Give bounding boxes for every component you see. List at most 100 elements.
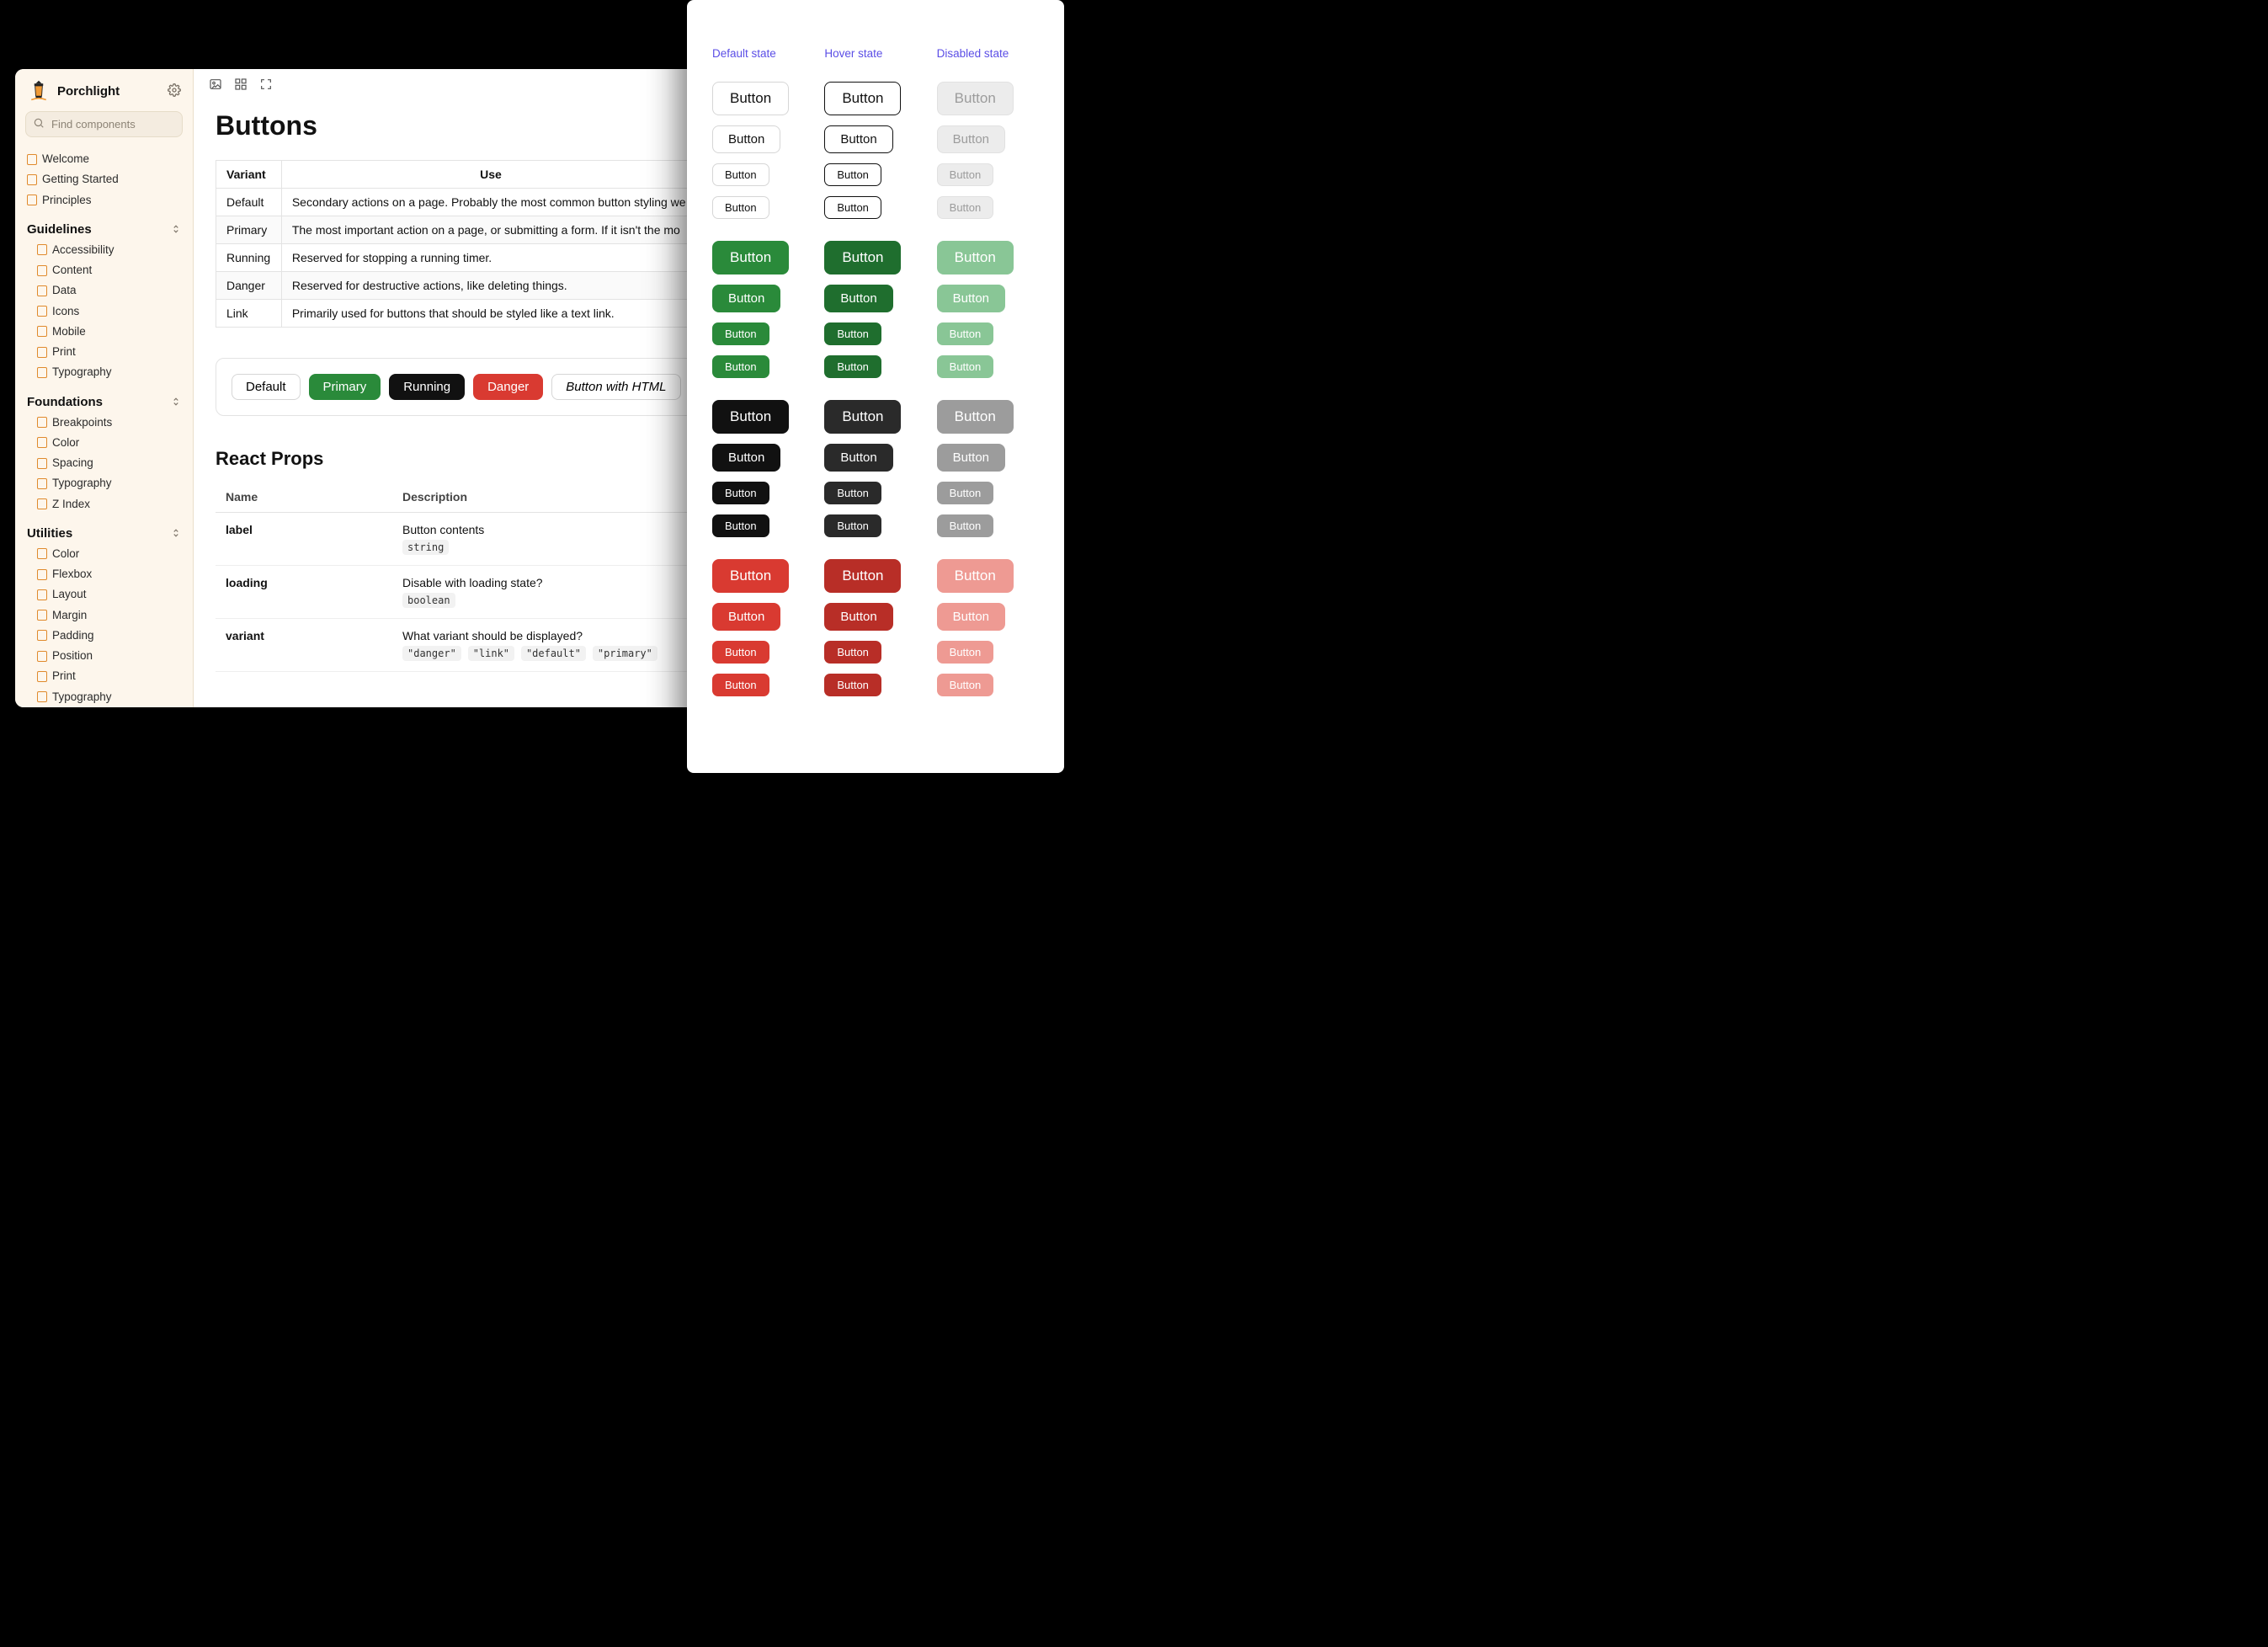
state-button-primary[interactable]: Button (712, 241, 789, 274)
props-table: Name Description label Button contents s… (216, 482, 700, 672)
state-button-default[interactable]: Button (712, 196, 769, 219)
state-cell: Button (819, 77, 931, 120)
state-button-default[interactable]: Button (712, 163, 769, 186)
state-button-running: Button (937, 482, 994, 504)
sidebar-item[interactable]: Mobile (15, 322, 193, 342)
state-button-default[interactable]: Button (712, 82, 789, 115)
state-header: Default state (707, 25, 819, 77)
state-button-primary[interactable]: Button (824, 285, 892, 312)
search-box[interactable]: / (25, 111, 183, 137)
state-cell: Button (819, 636, 931, 669)
sidebar-item[interactable]: Principles (15, 190, 193, 211)
doc-body: Buttons Variant Use DefaultSecondary act… (194, 102, 722, 692)
doc-icon (37, 691, 47, 702)
state-button-danger[interactable]: Button (824, 674, 881, 696)
doc-icon (37, 548, 47, 559)
state-cell: Button (932, 669, 1044, 701)
state-button-default[interactable]: Button (824, 125, 892, 153)
sidebar-item[interactable]: Z Index (15, 494, 193, 514)
sidebar-item[interactable]: Breakpoints (15, 413, 193, 433)
state-cell: Button (707, 439, 819, 477)
prop-type: "link" (468, 646, 514, 661)
state-button-danger: Button (937, 674, 994, 696)
state-button-danger[interactable]: Button (712, 674, 769, 696)
state-button-primary[interactable]: Button (712, 322, 769, 345)
state-button-danger[interactable]: Button (712, 559, 789, 593)
sidebar-item[interactable]: Data (15, 280, 193, 301)
prop-type: string (402, 540, 449, 555)
state-cell: Button (932, 236, 1044, 280)
table-cell: Secondary actions on a page. Probably th… (281, 189, 700, 216)
sidebar-item[interactable]: Content (15, 260, 193, 280)
state-button-running[interactable]: Button (824, 482, 881, 504)
search-input[interactable] (51, 118, 194, 131)
sidebar-item[interactable]: Spacing (15, 453, 193, 473)
state-button-running[interactable]: Button (712, 400, 789, 434)
state-button-running[interactable]: Button (824, 514, 881, 537)
sidebar-item-label: Margin (52, 607, 87, 624)
sidebar-item[interactable]: Flexbox (15, 564, 193, 584)
sidebar-item[interactable]: Margin (15, 605, 193, 626)
sidebar-item[interactable]: Typography (15, 687, 193, 707)
state-button-primary[interactable]: Button (824, 355, 881, 378)
sidebar-item[interactable]: Print (15, 342, 193, 362)
sidebar-item[interactable]: Typography (15, 362, 193, 382)
image-icon[interactable] (209, 77, 222, 93)
example-button-primary[interactable]: Primary (309, 374, 381, 400)
example-button-danger[interactable]: Danger (473, 374, 543, 400)
sidebar-item-label: Mobile (52, 323, 86, 340)
table-cell: Reserved for stopping a running timer. (281, 244, 700, 272)
sidebar-item[interactable]: Padding (15, 626, 193, 646)
nav-heading[interactable]: Utilities (15, 521, 193, 544)
sidebar-item[interactable]: Typography (15, 473, 193, 493)
sidebar-item[interactable]: Accessibility (15, 240, 193, 260)
table-cell: Running (216, 244, 282, 272)
state-cell: Button (707, 236, 819, 280)
state-button-running[interactable]: Button (824, 400, 901, 434)
prop-desc: Button contents (402, 523, 690, 536)
sidebar-item[interactable]: Layout (15, 584, 193, 605)
nav-heading[interactable]: Foundations (15, 390, 193, 413)
state-button-danger[interactable]: Button (824, 559, 901, 593)
sidebar-item[interactable]: Color (15, 433, 193, 453)
sidebar-item[interactable]: Print (15, 666, 193, 686)
state-button-running[interactable]: Button (824, 444, 892, 472)
state-button-primary[interactable]: Button (824, 241, 901, 274)
sidebar-item-label: Color (52, 434, 79, 451)
gear-icon[interactable] (168, 83, 181, 99)
state-button-running[interactable]: Button (712, 444, 780, 472)
state-cell: Button (819, 280, 931, 317)
state-button-running[interactable]: Button (712, 514, 769, 537)
state-button-primary[interactable]: Button (712, 285, 780, 312)
sidebar-item[interactable]: Position (15, 646, 193, 666)
state-button-primary[interactable]: Button (712, 355, 769, 378)
state-cell: Button (819, 439, 931, 477)
state-button-danger[interactable]: Button (712, 641, 769, 664)
example-button-running[interactable]: Running (389, 374, 465, 400)
state-button-running[interactable]: Button (712, 482, 769, 504)
example-button-html[interactable]: Button with HTML (551, 374, 680, 400)
prop-type: "default" (521, 646, 586, 661)
state-cell: Button (819, 395, 931, 439)
state-button-default[interactable]: Button (824, 163, 881, 186)
sidebar-item[interactable]: Icons (15, 301, 193, 322)
state-button-primary[interactable]: Button (824, 322, 881, 345)
example-button-default[interactable]: Default (232, 374, 301, 400)
sidebar-item[interactable]: Welcome (15, 149, 193, 169)
sidebar-item[interactable]: Color (15, 544, 193, 564)
state-button-danger[interactable]: Button (824, 641, 881, 664)
nav-heading[interactable]: Guidelines (15, 217, 193, 240)
state-cell: Button (932, 636, 1044, 669)
state-header: Disabled state (932, 25, 1044, 77)
grid-icon[interactable] (234, 77, 248, 93)
sidebar-item-label: Accessibility (52, 242, 114, 259)
fullscreen-icon[interactable] (259, 77, 273, 93)
state-button-default[interactable]: Button (712, 125, 780, 153)
doc-icon (37, 306, 47, 317)
state-button-default[interactable]: Button (824, 82, 901, 115)
state-button-danger[interactable]: Button (824, 603, 892, 631)
state-button-danger[interactable]: Button (712, 603, 780, 631)
logo-row: Porchlight (15, 79, 193, 111)
sidebar-item[interactable]: Getting Started (15, 169, 193, 189)
state-button-default[interactable]: Button (824, 196, 881, 219)
